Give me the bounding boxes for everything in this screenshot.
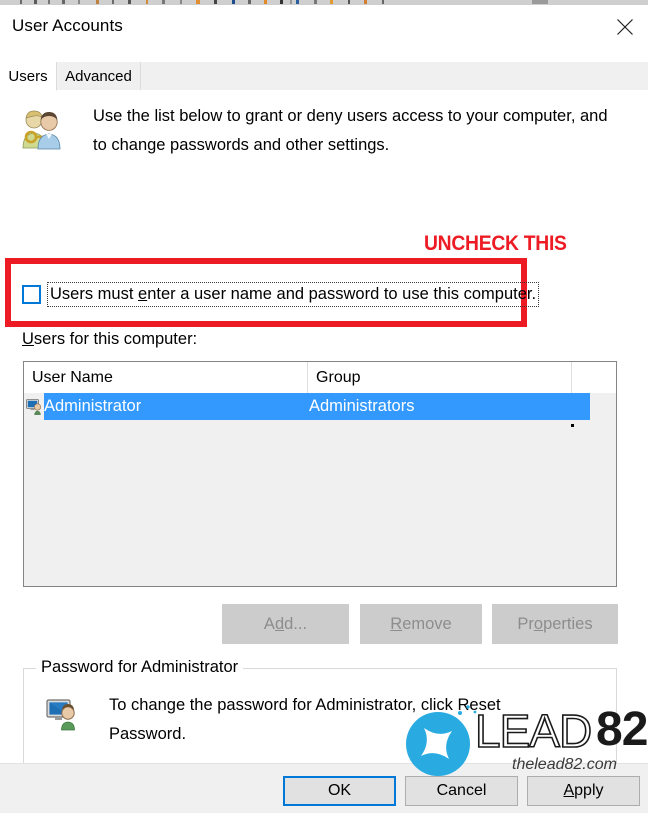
user-accounts-dialog: User Accounts Users Advanced Use the lis…	[0, 5, 648, 813]
tab-advanced[interactable]: Advanced	[57, 62, 141, 91]
add-button-label-after: d...	[284, 614, 308, 633]
properties-button-label-after: perties	[543, 614, 593, 633]
dialog-footer: OK Cancel Apply	[0, 763, 648, 813]
annotation-uncheck-this: UNCHECK THIS	[424, 232, 567, 255]
tab-users-label: Users	[8, 67, 48, 85]
screen: User Accounts Users Advanced Use the lis…	[0, 0, 648, 813]
password-instruction-text: To change the password for Administrator…	[109, 696, 501, 743]
apply-button-label-after: pply	[574, 782, 604, 799]
close-icon[interactable]	[602, 5, 648, 48]
password-groupbox-title: Password for Administrator	[36, 658, 244, 677]
users-tab-panel: Use the list below to grant or deny user…	[0, 90, 648, 813]
cb-label-after: nter a user name and password to use thi…	[147, 285, 537, 303]
apply-button[interactable]: Apply	[527, 776, 640, 806]
ok-button-label: OK	[327, 782, 352, 799]
users-listview[interactable]: User Name Group Administrator Administra…	[23, 361, 617, 587]
window-title: User Accounts	[12, 16, 123, 35]
cb-label-before: Users must	[50, 285, 139, 303]
cell-group: Administrators	[309, 397, 415, 415]
column-header-user-name[interactable]: User Name	[24, 362, 309, 393]
cell-user-name: Administrator	[44, 397, 142, 415]
properties-button[interactable]: Pr o perties	[492, 604, 618, 644]
require-password-checkbox-label[interactable]: Users must enter a user name and passwor…	[47, 282, 540, 307]
users-key-icon	[18, 108, 66, 152]
ok-button[interactable]: OK	[283, 776, 396, 806]
intro-text: Use the list below to grant or deny user…	[93, 107, 608, 154]
listview-rows: Administrator Administrators	[24, 393, 616, 586]
tab-advanced-label: Advanced	[65, 68, 132, 85]
cancel-button-label: Cancel	[436, 782, 487, 799]
add-button-label-before: A	[263, 614, 275, 633]
users-list-label-mnemonic: U	[22, 330, 34, 348]
remove-button-mnemonic: R	[390, 614, 403, 633]
user-monitor-icon	[26, 398, 44, 416]
require-password-checkbox[interactable]	[22, 285, 41, 304]
user-monitor-icon	[46, 697, 82, 731]
remove-button-label-after: emove	[402, 614, 452, 633]
column-header-extra[interactable]	[572, 362, 616, 393]
require-password-checkbox-row[interactable]: Users must enter a user name and passwor…	[22, 282, 540, 307]
cancel-button[interactable]: Cancel	[405, 776, 518, 806]
tab-strip: Users Advanced	[0, 48, 648, 91]
tab-users[interactable]: Users	[0, 62, 57, 91]
apply-button-mnemonic: A	[563, 782, 575, 799]
properties-button-label-before: Pr	[517, 614, 534, 633]
column-header-group[interactable]: Group	[308, 362, 573, 393]
listview-header: User Name Group	[24, 362, 616, 393]
titlebar: User Accounts	[0, 5, 648, 48]
remove-button[interactable]: Remove	[360, 604, 482, 644]
add-button-mnemonic: d	[274, 614, 285, 633]
table-row[interactable]: Administrator Administrators	[24, 393, 616, 420]
users-list-label-rest: sers for this computer:	[33, 330, 198, 348]
properties-button-mnemonic: o	[533, 614, 544, 633]
cb-label-mnemonic: e	[138, 285, 148, 303]
add-button[interactable]: Ad d...	[222, 604, 349, 644]
listview-dot-marker	[571, 424, 574, 427]
users-list-label: Users for this computer:	[22, 330, 197, 349]
